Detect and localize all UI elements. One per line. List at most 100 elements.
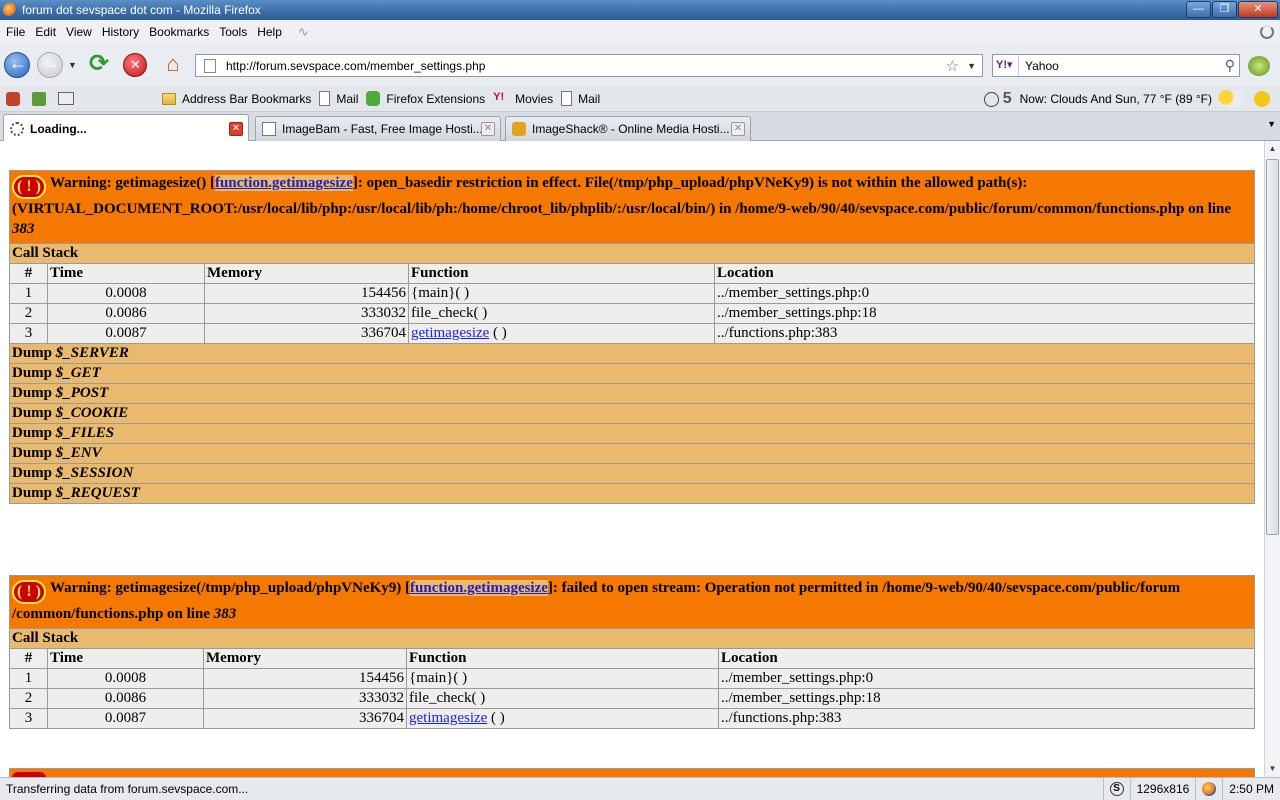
status-text: Transferring data from forum.sevspace.co… — [6, 782, 249, 796]
restore-button[interactable]: ❐ — [1212, 1, 1237, 18]
close-window-button[interactable]: ✕ — [1238, 1, 1278, 18]
dump-request: Dump $_REQUEST — [9, 483, 1255, 504]
error-message: ( ! ) Warning: getimagesize() [function.g… — [9, 170, 1255, 244]
bookmarks-toolbar: Address Bar Bookmarks Mail Firefox Exten… — [0, 86, 1280, 112]
clock-time: 2:50 PM — [1222, 777, 1280, 800]
throbber-icon — [1260, 25, 1274, 39]
table-row: 3 0.0087 336704 getimagesize ( ) ../func… — [9, 323, 1255, 344]
col-time: Time — [47, 263, 205, 284]
menu-bookmarks[interactable]: Bookmarks — [149, 25, 209, 39]
error-message: ( ! ) Warning: getimagesize(/tmp/php_uplo… — [9, 575, 1255, 629]
weather-count: 5 — [1002, 90, 1012, 107]
search-bar[interactable]: Y!▾ ⚲ — [992, 54, 1240, 77]
menu-bar: File Edit View History Bookmarks Tools H… — [0, 20, 1280, 44]
url-input[interactable] — [226, 58, 946, 73]
print-icon[interactable] — [58, 92, 74, 105]
tab-bar: Loading... ✕ ImageBam - Fast, Free Image… — [0, 112, 1280, 142]
tab-list-dropdown-icon[interactable]: ▼ — [1267, 119, 1276, 129]
yahoo-engine-icon[interactable]: Y!▾ — [993, 55, 1019, 76]
bookmark-star-icon[interactable]: ☆ — [946, 57, 959, 75]
dump-env: Dump $_ENV — [9, 443, 1255, 464]
page-content: ( ! ) Warning: getimagesize() [function.g… — [0, 141, 1264, 777]
function-link[interactable]: function.getimagesize — [214, 175, 353, 191]
scroll-down-icon[interactable]: ▼ — [1265, 761, 1280, 777]
skype-icon: S — [1109, 782, 1124, 796]
navigation-toolbar: ▼ ⟳ ⌂ ☆ ▼ Y!▾ ⚲ — [0, 44, 1280, 86]
search-icon[interactable]: ⚲ — [1225, 57, 1235, 74]
col-time: Time — [47, 648, 204, 669]
close-tab-icon[interactable]: ✕ — [481, 122, 495, 136]
getimagesize-link[interactable]: getimagesize — [409, 710, 487, 726]
history-dropdown-icon[interactable]: ▼ — [68, 60, 77, 70]
table-row: 2 0.0086 333032 file_check( ) ../member_… — [9, 303, 1255, 324]
skype-status[interactable]: S — [1102, 777, 1130, 800]
col-memory: Memory — [204, 263, 409, 284]
smiley-icon[interactable] — [1254, 91, 1270, 107]
folder-icon — [162, 92, 176, 105]
firefox-icon — [1202, 782, 1217, 796]
bookmark-address-bar-bookmarks[interactable]: Address Bar Bookmarks — [162, 92, 311, 106]
weather-widget[interactable]: 5 Now: Clouds And Sun, 77 °F (89 °F) — [983, 86, 1270, 112]
stop-button[interactable] — [123, 53, 147, 77]
close-tab-icon[interactable]: ✕ — [731, 122, 745, 136]
dump-cookie: Dump $_COOKIE — [9, 403, 1255, 424]
yahoo-icon: Y! — [493, 91, 505, 103]
addon-alien-icon[interactable] — [1248, 56, 1270, 76]
close-tab-icon[interactable]: ✕ — [229, 121, 243, 136]
bookmark-mail-2[interactable]: Mail — [561, 91, 600, 106]
menu-history[interactable]: History — [102, 25, 139, 39]
tab-imagebam[interactable]: ImageBam - Fast, Free Image Hosti... ✕ — [255, 116, 501, 141]
reload-button[interactable]: ⟳ — [86, 52, 112, 78]
status-bar: Transferring data from forum.sevspace.co… — [0, 777, 1280, 800]
dump-files: Dump $_FILES — [9, 423, 1255, 444]
call-stack-header: Call Stack — [9, 628, 1255, 649]
tab-loading[interactable]: Loading... ✕ — [3, 114, 249, 142]
tab-imageshack[interactable]: ImageShack® - Online Media Hosti... ✕ — [505, 116, 751, 141]
forward-button[interactable] — [37, 52, 63, 78]
page-icon — [561, 91, 573, 106]
puzzle-icon — [366, 91, 381, 106]
table-row: 1 0.0008 154456 {main}( ) ../member_sett… — [9, 283, 1255, 304]
getimagesize-link[interactable]: getimagesize — [411, 325, 489, 341]
bookmark-movies[interactable]: Y! Movies — [493, 91, 553, 106]
col-memory: Memory — [203, 648, 407, 669]
col-location: Location — [718, 648, 1255, 669]
page-icon — [319, 91, 331, 106]
call-stack-header: Call Stack — [9, 243, 1255, 264]
toolbar-tool-icon[interactable] — [6, 91, 20, 106]
home-button[interactable]: ⌂ — [160, 52, 186, 78]
dump-get: Dump $_GET — [9, 363, 1255, 384]
col-number: # — [9, 648, 48, 669]
toolbar-save-icon[interactable] — [32, 91, 46, 106]
page-icon — [262, 122, 276, 136]
table-row: 3 0.0087 336704 getimagesize ( ) ../func… — [9, 708, 1255, 729]
search-input[interactable] — [1019, 58, 1225, 73]
scrollbar-thumb[interactable] — [1266, 159, 1279, 535]
screen-resolution: 1296x816 — [1129, 777, 1196, 800]
menu-help[interactable]: Help — [257, 25, 282, 39]
bookmark-mail[interactable]: Mail — [319, 91, 358, 106]
back-button[interactable] — [4, 52, 30, 78]
weather-text: Now: Clouds And Sun, 77 °F (89 °F) — [1019, 92, 1212, 106]
col-function: Function — [408, 263, 715, 284]
url-dropdown-icon[interactable]: ▼ — [967, 61, 976, 71]
dump-session: Dump $_SESSION — [9, 463, 1255, 484]
page-icon — [204, 58, 216, 73]
vertical-scrollbar[interactable]: ▲ ▼ — [1264, 141, 1280, 777]
menu-view[interactable]: View — [66, 25, 92, 39]
menu-tools[interactable]: Tools — [219, 25, 247, 39]
function-link[interactable]: function.getimagesize — [410, 580, 548, 596]
clock-icon — [983, 91, 999, 107]
imageshack-icon — [512, 122, 526, 136]
minimize-button[interactable]: — — [1186, 1, 1211, 18]
menu-edit[interactable]: Edit — [35, 25, 56, 39]
col-number: # — [9, 263, 48, 284]
address-bar[interactable]: ☆ ▼ — [195, 54, 983, 77]
firefox-status[interactable] — [1195, 777, 1222, 800]
menu-file[interactable]: File — [6, 25, 25, 39]
dump-server: Dump $_SERVER — [9, 343, 1255, 364]
scroll-up-icon[interactable]: ▲ — [1265, 141, 1280, 157]
bookmark-firefox-extensions[interactable]: Firefox Extensions — [366, 91, 485, 106]
window-controls: — ❐ ✕ — [1185, 1, 1278, 18]
title-bar: forum dot sevspace dot com - Mozilla Fir… — [0, 0, 1280, 20]
